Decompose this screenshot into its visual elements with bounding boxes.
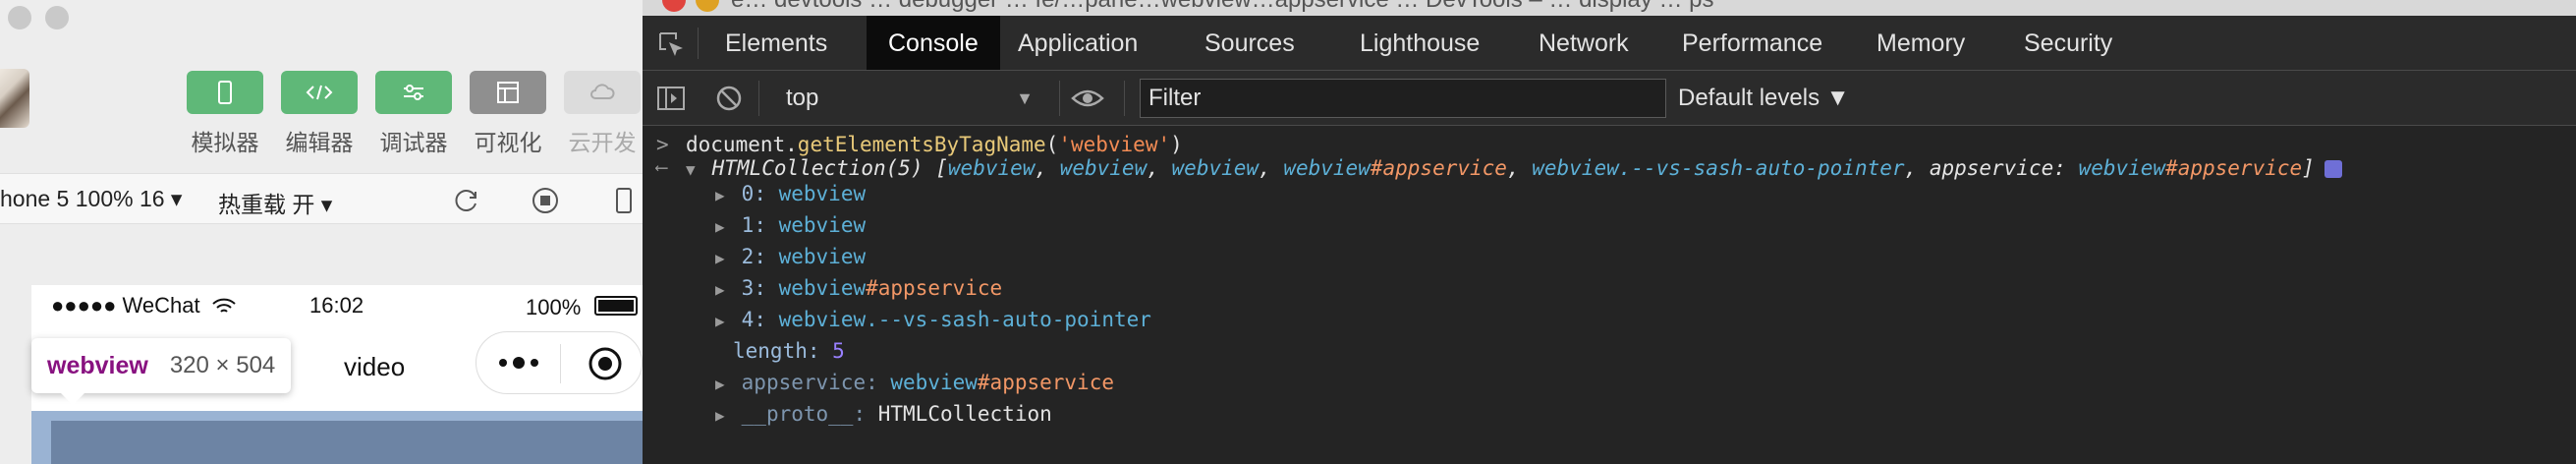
- list-item[interactable]: ▶ 4: webview.--vs-sash-auto-pointer: [715, 305, 1151, 334]
- window-titlebar: e… devtools … debugger … fe/…pane…webvie…: [643, 0, 2576, 16]
- window-button[interactable]: [8, 6, 31, 29]
- cloud-toggle[interactable]: 云开发: [564, 71, 641, 157]
- list-item[interactable]: ▶ 1: webview: [715, 210, 866, 240]
- proto-entry[interactable]: ▶ __proto__: HTMLCollection: [715, 399, 1052, 429]
- context-select[interactable]: top ▼: [776, 81, 1043, 116]
- tab-network[interactable]: Network: [1517, 16, 1651, 70]
- capsule-menu: [476, 331, 643, 394]
- device-select[interactable]: hone 5 100% 16 ▾: [0, 186, 182, 212]
- list-item[interactable]: ▶ 2: webview: [715, 242, 866, 271]
- code-icon: [281, 71, 358, 114]
- hot-reload-select[interactable]: 热重载 开 ▾: [218, 186, 332, 219]
- tool-label: 云开发: [568, 130, 637, 155]
- phone-icon: [187, 71, 263, 114]
- editor-toggle[interactable]: 编辑器: [281, 71, 358, 157]
- carrier-label: ●●●●● WeChat: [51, 293, 200, 318]
- simulator-pane: 模拟器 编辑器 调试器 可视化 云开发 hone 5 100% 16 ▾ 热重载…: [0, 0, 643, 464]
- tool-label: 调试器: [379, 130, 448, 155]
- page-title: video: [344, 352, 406, 381]
- simulator-toggle[interactable]: 模拟器: [187, 71, 263, 157]
- close-mini-program-icon[interactable]: [587, 345, 624, 382]
- avatar[interactable]: [0, 69, 29, 128]
- console-filter-input[interactable]: [1140, 79, 1666, 118]
- tooltip-tag: webview: [47, 351, 148, 379]
- tab-application[interactable]: Application: [996, 16, 1159, 70]
- chevron-down-icon: ▼: [1016, 88, 1034, 108]
- tab-sources[interactable]: Sources: [1183, 16, 1316, 70]
- log-levels-select[interactable]: Default levels ▼: [1678, 81, 1850, 116]
- minimize-window-button[interactable]: [696, 0, 719, 12]
- live-expression-eye-icon[interactable]: [1071, 87, 1104, 110]
- tab-lighthouse[interactable]: Lighthouse: [1338, 16, 1501, 70]
- battery-icon: [594, 296, 638, 316]
- layout-icon: [470, 71, 546, 114]
- element-tooltip: webview 320 × 504: [31, 338, 292, 405]
- context-value: top: [786, 85, 819, 111]
- sidebar-toggle-icon[interactable]: [656, 85, 686, 112]
- phone-preview-icon[interactable]: [609, 186, 639, 215]
- tab-memory[interactable]: Memory: [1855, 16, 1987, 70]
- visual-toggle[interactable]: 可视化: [470, 71, 546, 157]
- console-output: > document.getElementsByTagName('webview…: [643, 126, 2576, 464]
- console-result-line[interactable]: ⟵ ▼ HTMLCollection(5) [webview, webview,…: [643, 153, 2576, 183]
- devtools-tab-bar: Elements Console Application Sources Lig…: [643, 16, 2576, 71]
- wifi-icon: [212, 298, 236, 313]
- tooltip-size: 320 × 504: [169, 352, 276, 378]
- refresh-icon[interactable]: [452, 186, 481, 215]
- more-icon[interactable]: [496, 352, 541, 374]
- webview-content: [31, 411, 643, 464]
- list-item[interactable]: ▶ 3: webview#appservice: [715, 273, 1002, 303]
- expand-triangle-icon[interactable]: ▼: [686, 155, 700, 185]
- tab-performance[interactable]: Performance: [1660, 16, 1844, 70]
- debugger-toggle[interactable]: 调试器: [375, 71, 452, 157]
- inspect-element-icon[interactable]: [656, 29, 686, 59]
- devtools-pane: e… devtools … debugger … fe/…pane…webvie…: [643, 0, 2576, 464]
- window-title: e… devtools … debugger … fe/…pane…webvie…: [731, 0, 1713, 14]
- list-item[interactable]: ▶ appservice: webview#appservice: [715, 368, 1114, 397]
- tool-label: 编辑器: [285, 130, 354, 155]
- length-property: length: 5: [733, 339, 845, 363]
- clear-console-icon[interactable]: [715, 85, 743, 112]
- tool-label: 模拟器: [191, 130, 259, 155]
- tab-console[interactable]: Console: [867, 16, 1000, 70]
- sliders-icon: [375, 71, 452, 114]
- list-item[interactable]: ▶ 0: webview: [715, 179, 866, 208]
- simulator-toolbar: hone 5 100% 16 ▾ 热重载 开 ▾: [0, 173, 643, 224]
- console-toolbar: top ▼ Default levels ▼: [643, 71, 2576, 126]
- result-arrow-icon: ⟵: [656, 157, 667, 178]
- clock-label: 16:02: [309, 293, 364, 318]
- info-icon[interactable]: [2324, 160, 2342, 178]
- battery-label: 100%: [526, 295, 582, 319]
- tab-elements[interactable]: Elements: [703, 16, 849, 70]
- stop-icon[interactable]: [531, 186, 560, 215]
- window-button[interactable]: [45, 6, 69, 29]
- cloud-icon: [564, 71, 641, 114]
- close-window-button[interactable]: [662, 0, 686, 12]
- tool-label: 可视化: [474, 130, 542, 155]
- collection-label: HTMLCollection(5): [711, 156, 924, 180]
- tab-security[interactable]: Security: [2002, 16, 2134, 70]
